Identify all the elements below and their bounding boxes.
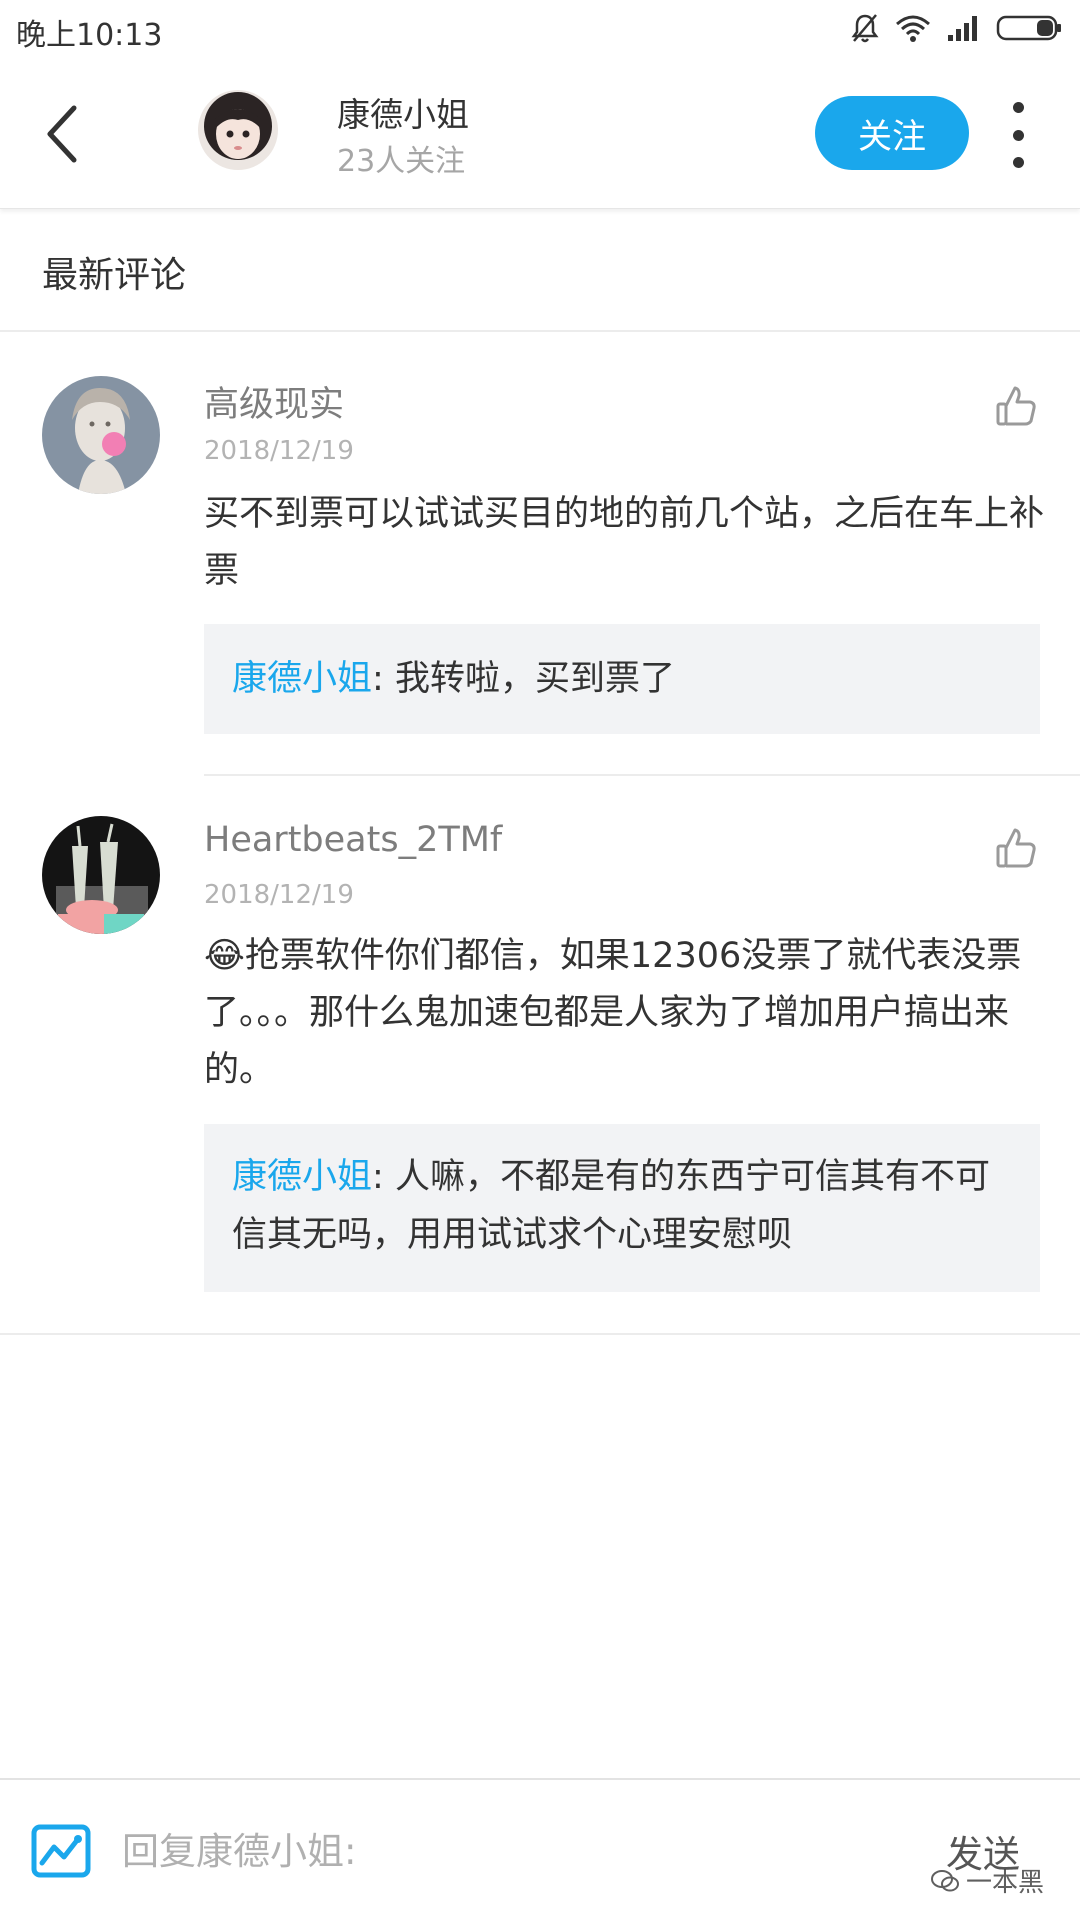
more-menu-button[interactable] xyxy=(1000,102,1036,168)
signal-icon xyxy=(948,16,977,41)
media-button[interactable] xyxy=(30,1823,92,1879)
watermark: 一本黑 xyxy=(930,1862,1044,1899)
comment-item: Heartbeats_2TMf 2018/12/19 😂抢票软件你们都信，如果1… xyxy=(0,776,1080,1333)
comment-text: 😂抢票软件你们都信，如果12306没票了就代表没票了。。。那什么鬼加速包都是人家… xyxy=(204,928,1044,1099)
wifi-icon xyxy=(896,15,930,42)
status-bar: 晚上10:13 xyxy=(0,0,1080,58)
thumbs-up-icon xyxy=(996,386,1036,426)
chevron-left-icon xyxy=(47,105,77,163)
follower-count: 23人关注 xyxy=(337,144,466,179)
reply-separator: : xyxy=(372,659,384,699)
battery-icon xyxy=(996,15,1061,41)
reply-author[interactable]: 康德小姐 xyxy=(232,1157,372,1197)
statue-avatar-icon xyxy=(42,376,160,494)
like-button[interactable] xyxy=(994,826,1038,870)
back-button[interactable] xyxy=(32,96,92,172)
header-avatar[interactable] xyxy=(198,90,278,170)
reply-input[interactable] xyxy=(122,1820,882,1882)
comment-author[interactable]: Heartbeats_2TMf xyxy=(204,820,502,860)
like-button[interactable] xyxy=(994,384,1038,428)
reply-box[interactable]: 康德小姐: 我转啦，买到票了 xyxy=(204,624,1040,734)
laughing-emoji-icon: 😂 xyxy=(204,936,245,976)
reply-separator: : xyxy=(372,1157,384,1197)
reply-box[interactable]: 康德小姐: 人嘛，不都是有的东西宁可信其有不可信其无吗，用用试试求个心理安慰呗 xyxy=(204,1124,1040,1292)
reply-author[interactable]: 康德小姐 xyxy=(232,659,372,699)
reply-content: 我转啦，买到票了 xyxy=(383,659,675,699)
mute-bell-icon xyxy=(851,14,879,43)
reply-text: 康德小姐: 我转啦，买到票了 xyxy=(232,650,1012,708)
drinks-avatar-icon xyxy=(42,816,160,934)
commenter-avatar[interactable] xyxy=(42,376,160,494)
more-vertical-icon xyxy=(1012,102,1024,113)
comment-text: 买不到票可以试试买目的地的前几个站，之后在车上补票 xyxy=(204,494,1045,591)
divider xyxy=(0,1333,1080,1335)
comment-body: 抢票软件你们都信，如果12306没票了就代表没票了。。。那什么鬼加速包都是人家为… xyxy=(204,936,1022,1090)
thumbs-up-icon xyxy=(996,828,1036,868)
watermark-text: 一本黑 xyxy=(966,1868,1045,1898)
follow-button[interactable]: 关注 xyxy=(815,96,969,170)
image-chart-icon xyxy=(31,1824,91,1878)
status-icons xyxy=(850,10,1064,46)
comment-date: 2018/12/19 xyxy=(204,880,354,910)
comment-item: 高级现实 2018/12/19 买不到票可以试试买目的地的前几个站，之后在车上补… xyxy=(0,332,1080,774)
section-title: 最新评论 xyxy=(42,255,187,296)
comment-author[interactable]: 高级现实 xyxy=(204,376,344,427)
profile-name: 康德小姐 xyxy=(337,95,469,134)
status-time: 晚上10:13 xyxy=(16,18,163,53)
girl-avatar-icon xyxy=(198,90,278,170)
wechat-icon xyxy=(931,1869,959,1891)
reply-bar: 发送 一本黑 xyxy=(0,1778,1080,1922)
profile-header: 康德小姐 23人关注 关注 xyxy=(0,58,1080,209)
comment-date: 2018/12/19 xyxy=(204,436,354,466)
reply-text: 康德小姐: 人嘛，不都是有的东西宁可信其有不可信其无吗，用用试试求个心理安慰呗 xyxy=(232,1148,1012,1264)
commenter-avatar[interactable] xyxy=(42,816,160,934)
